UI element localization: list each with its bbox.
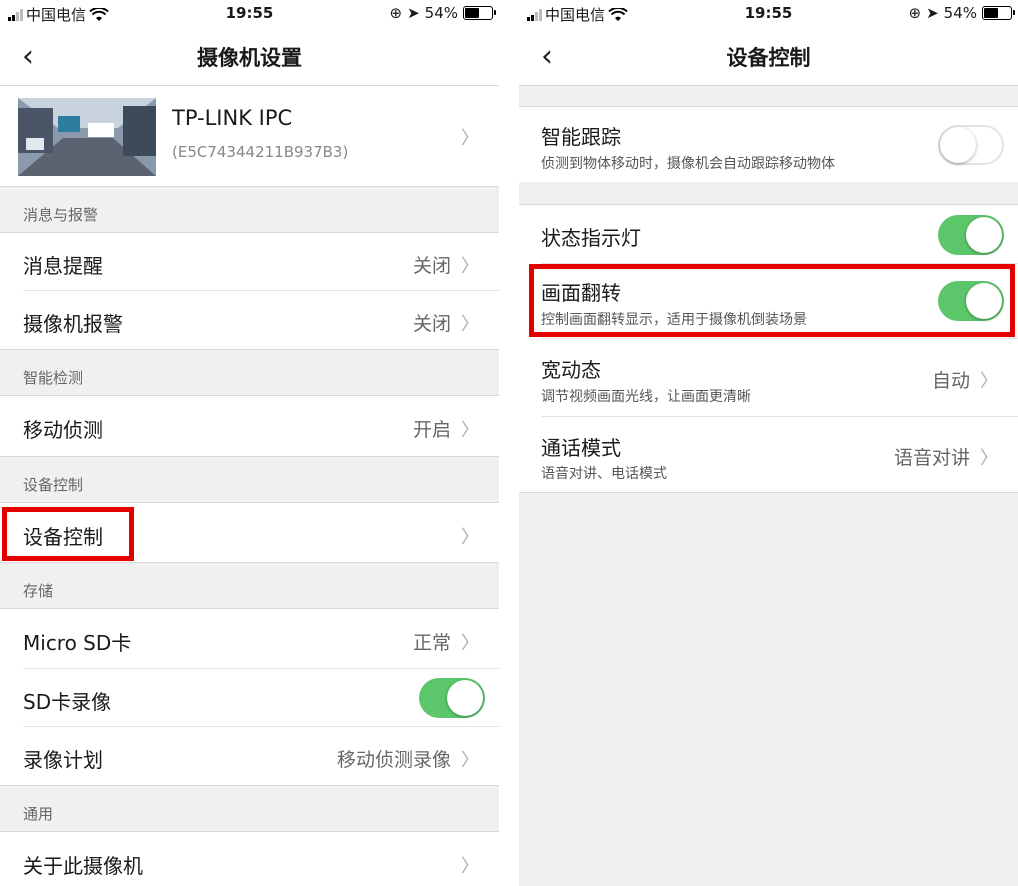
chevron-right-icon: 〉 — [461, 314, 479, 335]
section-header-general: 通用 — [0, 785, 499, 832]
location-icon: ➤ — [926, 4, 939, 22]
highlight-box — [2, 507, 134, 561]
smart-tracking-toggle[interactable] — [938, 125, 1004, 165]
section-header-control: 设备控制 — [0, 456, 499, 503]
smart-tracking-desc: 侦测到物体移动时，摄像机会自动跟踪移动物体 — [541, 156, 835, 172]
status-light-row: 状态指示灯 — [519, 204, 1018, 264]
sd-record-row: SD卡录像 — [0, 669, 499, 727]
camera-thumbnail — [18, 98, 156, 176]
motion-detect-label: 移动侦测 — [23, 418, 103, 442]
battery-icon — [982, 6, 1015, 20]
device-id: (E5C74344211B937B3) — [172, 143, 349, 161]
sd-record-label: SD卡录像 — [23, 690, 112, 714]
msg-reminder-row[interactable]: 消息提醒 关闭 〉 — [0, 233, 499, 291]
sdcard-value: 正常 — [412, 632, 451, 654]
section-header-storage: 存储 — [0, 562, 499, 609]
wdr-desc: 调节视频画面光线，让画面更清晰 — [541, 389, 751, 405]
sdcard-label: Micro SD卡 — [23, 631, 132, 655]
status-bar: 中国电信 19:55 ⊕ ➤ 54% — [0, 0, 499, 28]
sd-record-toggle[interactable] — [419, 678, 485, 718]
talk-mode-desc: 语音对讲、电话模式 — [541, 466, 667, 482]
status-right: ⊕ ➤ 54% — [389, 4, 496, 22]
chevron-right-icon: 〉 — [461, 256, 479, 277]
talk-mode-label: 通话模式 — [541, 436, 621, 460]
rotation-lock-icon: ⊕ — [908, 4, 922, 22]
chevron-right-icon: 〉 — [461, 633, 479, 654]
status-right: ⊕ ➤ 54% — [908, 4, 1015, 22]
record-plan-row[interactable]: 录像计划 移动侦测录像 〉 — [0, 727, 499, 785]
smart-tracking-row: 智能跟踪 侦测到物体移动时，摄像机会自动跟踪移动物体 — [519, 106, 1018, 182]
battery-icon — [463, 6, 496, 20]
about-camera-row[interactable]: 关于此摄像机 〉 — [0, 832, 499, 886]
chevron-right-icon: 〉 — [461, 420, 479, 441]
nav-bar: ‹ 摄像机设置 — [0, 28, 499, 86]
msg-reminder-label: 消息提醒 — [23, 254, 103, 278]
status-bar: 中国电信 19:55 ⊕ ➤ 54% — [519, 0, 1018, 28]
chevron-right-icon: 〉 — [461, 750, 479, 771]
talk-mode-row[interactable]: 通话模式 语音对讲、电话模式 语音对讲 〉 — [519, 417, 1018, 493]
page-title: 摄像机设置 — [197, 46, 302, 70]
section-label: 通用 — [23, 805, 54, 823]
battery-percent: 54% — [424, 4, 458, 22]
motion-detect-row[interactable]: 移动侦测 开启 〉 — [0, 396, 499, 456]
camera-settings-screen: 中国电信 19:55 ⊕ ➤ 54% ‹ 摄像机设置 TP-LINK IPC (… — [0, 0, 499, 886]
section-label: 存储 — [23, 582, 54, 600]
wdr-value: 自动 — [931, 370, 970, 392]
page-title: 设备控制 — [726, 46, 811, 70]
battery-percent: 54% — [943, 4, 977, 22]
device-name: TP-LINK IPC — [172, 106, 293, 130]
wdr-row[interactable]: 宽动态 调节视频画面光线，让画面更清晰 自动 〉 — [519, 339, 1018, 417]
cam-alarm-value: 关闭 — [412, 313, 451, 335]
chevron-right-icon: 〉 — [461, 527, 479, 548]
device-info-row[interactable]: TP-LINK IPC (E5C74344211B937B3) 〉 — [0, 86, 499, 186]
talk-mode-value: 语音对讲 — [893, 447, 970, 469]
motion-detect-value: 开启 — [412, 419, 451, 441]
section-header-detection: 智能检测 — [0, 349, 499, 396]
chevron-right-icon: 〉 — [980, 448, 998, 469]
location-icon: ➤ — [407, 4, 420, 22]
section-label: 消息与报警 — [23, 206, 99, 224]
chevron-right-icon: 〉 — [980, 371, 998, 392]
status-light-toggle[interactable] — [938, 215, 1004, 255]
section-label: 智能检测 — [23, 369, 84, 387]
highlight-box — [529, 264, 1015, 337]
section-label: 设备控制 — [23, 476, 84, 494]
chevron-right-icon: 〉 — [461, 856, 479, 877]
smart-tracking-label: 智能跟踪 — [541, 125, 621, 149]
status-light-label: 状态指示灯 — [541, 226, 641, 250]
cam-alarm-row[interactable]: 摄像机报警 关闭 〉 — [0, 291, 499, 349]
section-header-messages: 消息与报警 — [0, 186, 499, 233]
msg-reminder-value: 关闭 — [412, 255, 451, 277]
sdcard-row[interactable]: Micro SD卡 正常 〉 — [0, 609, 499, 669]
record-plan-label: 录像计划 — [23, 748, 103, 772]
chevron-right-icon: 〉 — [461, 128, 479, 149]
wdr-label: 宽动态 — [541, 358, 601, 382]
cam-alarm-label: 摄像机报警 — [23, 312, 123, 336]
nav-bar: ‹ 设备控制 — [519, 28, 1018, 86]
record-plan-value: 移动侦测录像 — [336, 749, 451, 771]
about-camera-label: 关于此摄像机 — [23, 854, 143, 878]
device-control-screen: 中国电信 19:55 ⊕ ➤ 54% ‹ 设备控制 智能跟踪 侦测到物体移动时，… — [519, 0, 1018, 886]
rotation-lock-icon: ⊕ — [389, 4, 403, 22]
